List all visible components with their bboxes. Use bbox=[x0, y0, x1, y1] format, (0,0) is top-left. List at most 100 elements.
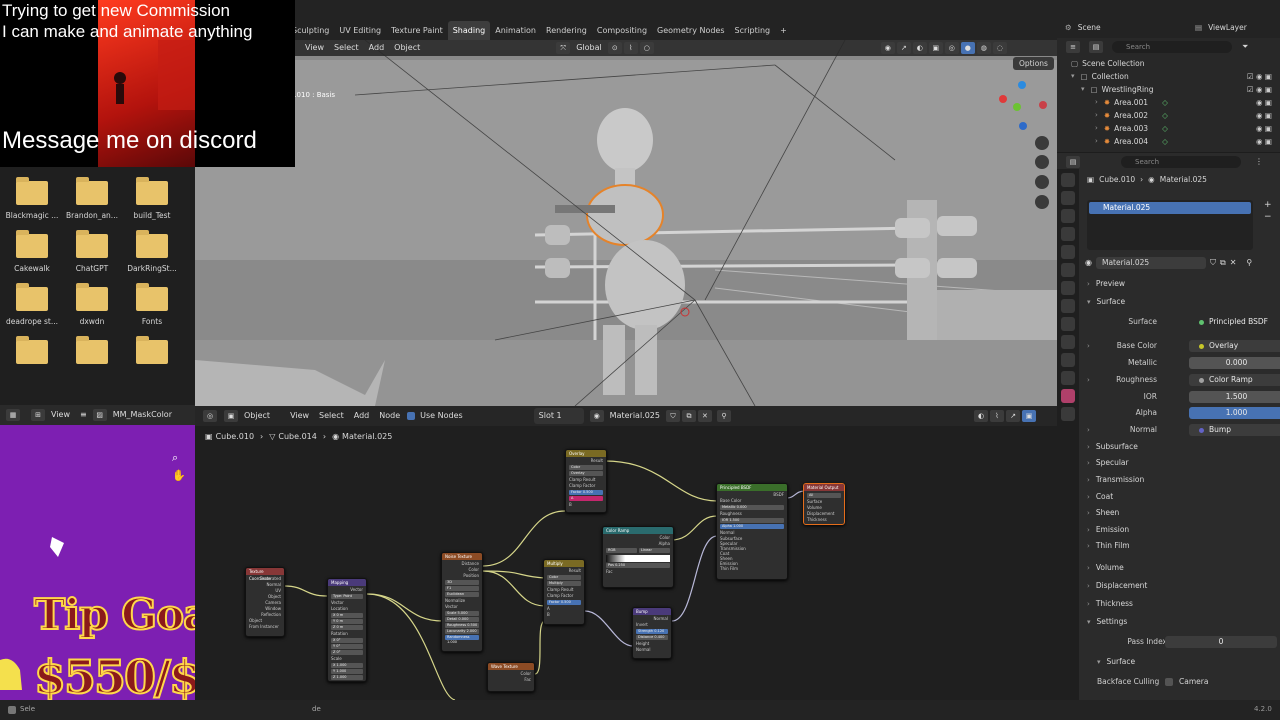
visibility-icons[interactable]: ◉ ▣ bbox=[1256, 122, 1272, 135]
add-slot-icon[interactable]: + bbox=[1264, 200, 1272, 210]
panel-coat[interactable]: › Coat bbox=[1087, 490, 1277, 504]
roughness-value[interactable]: Color Ramp bbox=[1189, 374, 1280, 386]
node-field[interactable]: X 1.000 bbox=[331, 663, 363, 668]
node-field[interactable]: Euclidean bbox=[445, 592, 479, 597]
node-field[interactable]: RGB bbox=[606, 548, 637, 553]
scene-selector[interactable]: ⚙ Scene bbox=[1065, 23, 1101, 32]
node-bump[interactable]: Bump Normal Invert Strength 0.120 Distan… bbox=[632, 607, 672, 659]
panel-preview[interactable]: › Preview bbox=[1087, 277, 1277, 291]
view-mode-icon[interactable]: ⊞ bbox=[31, 409, 45, 421]
node-noise-texture[interactable]: Noise Texture Distance Color Position 3D… bbox=[441, 552, 483, 652]
node-field[interactable]: Overlay bbox=[569, 471, 603, 476]
visibility-icons[interactable]: ◉ ▣ bbox=[1256, 109, 1272, 122]
node-field[interactable]: Linear bbox=[639, 548, 670, 553]
hand-icon[interactable]: ✋ bbox=[172, 469, 186, 482]
node-mapping[interactable]: Mapping Vector Type: Point Vector Locati… bbox=[327, 578, 367, 682]
node-multiply-mix[interactable]: Multiply Result Color Multiply Clamp Res… bbox=[543, 559, 585, 625]
editor-type-icon[interactable]: ▦ bbox=[6, 409, 20, 421]
node-field[interactable]: Type: Point bbox=[331, 594, 363, 599]
unlink-icon[interactable]: ✕ bbox=[1230, 258, 1237, 267]
node-field[interactable]: Lacunarity 2.000 bbox=[445, 629, 479, 634]
node-material-output[interactable]: Material Output All Surface Volume Displ… bbox=[803, 483, 845, 525]
chevron-down-icon[interactable]: ▾ bbox=[1081, 83, 1085, 96]
editor-type-icon[interactable]: ▤ bbox=[1066, 155, 1080, 168]
folder-item[interactable]: Fonts bbox=[122, 273, 182, 326]
visibility-icons[interactable]: ◉ ▣ bbox=[1256, 96, 1272, 109]
node-field[interactable]: X 0 m bbox=[331, 613, 363, 618]
hamburger-icon[interactable]: ≡ bbox=[75, 407, 92, 423]
material-tab-icon[interactable] bbox=[1061, 389, 1075, 403]
object-tab-icon[interactable] bbox=[1061, 281, 1075, 295]
tool-tab-icon[interactable] bbox=[1061, 173, 1075, 187]
particles-tab-icon[interactable] bbox=[1061, 317, 1075, 331]
visibility-icons[interactable]: ◉ ▣ bbox=[1256, 135, 1272, 148]
base-color-value[interactable]: Overlay bbox=[1189, 340, 1280, 352]
node-field[interactable]: Roughness 0.500 bbox=[445, 623, 479, 628]
node-field[interactable]: F1 bbox=[445, 586, 479, 591]
node-field[interactable]: Y 0° bbox=[331, 644, 363, 649]
node-field[interactable]: Factor 0.500 bbox=[569, 490, 603, 495]
overlay-icon[interactable]: ◐ bbox=[912, 42, 927, 54]
folder-item[interactable] bbox=[122, 326, 182, 370]
node-field[interactable]: Randomness 1.000 bbox=[445, 635, 479, 644]
material-name-field[interactable]: Material.025 bbox=[1095, 256, 1206, 269]
node-field[interactable]: Y 0 m bbox=[331, 619, 363, 624]
subpanel-surface[interactable]: ▾ Surface bbox=[1097, 655, 1280, 669]
folder-item[interactable]: Cakewalk bbox=[2, 220, 62, 273]
color-ramp-gradient[interactable] bbox=[606, 555, 670, 562]
tab-rendering[interactable]: Rendering bbox=[541, 21, 592, 41]
node-field[interactable]: Factor 0.500 bbox=[547, 600, 581, 605]
tab-uv-editing[interactable]: UV Editing bbox=[334, 21, 386, 41]
panel-sheen[interactable]: › Sheen bbox=[1087, 506, 1277, 520]
properties-search-input[interactable]: Search bbox=[1121, 155, 1241, 168]
node-texture-coordinate[interactable]: Texture Coordinate Generated Normal UV O… bbox=[245, 567, 285, 637]
snap-icon[interactable]: ⌇ bbox=[623, 42, 638, 54]
xray-icon[interactable]: ▣ bbox=[928, 42, 943, 54]
node-field[interactable]: Metallic 0.000 bbox=[720, 505, 784, 510]
chevron-right-icon[interactable]: › bbox=[1095, 96, 1098, 109]
tab-texture-paint[interactable]: Texture Paint bbox=[386, 21, 448, 41]
node-tree-icon[interactable]: ⚲ bbox=[1246, 258, 1252, 267]
chevron-right-icon[interactable]: › bbox=[1095, 122, 1098, 135]
image-menu-view[interactable]: View bbox=[46, 407, 75, 423]
panel-volume[interactable]: › Volume bbox=[1087, 561, 1277, 575]
material-slot-list[interactable]: Material.025 bbox=[1087, 200, 1253, 250]
fake-user-icon[interactable]: ⛉ bbox=[1210, 258, 1216, 268]
gizmo-icon[interactable]: ↗ bbox=[896, 42, 911, 54]
view-layer-tab-icon[interactable] bbox=[1061, 227, 1075, 241]
alpha-value[interactable]: 1.000 bbox=[1189, 407, 1280, 419]
display-mode-icon[interactable]: ▤ bbox=[1089, 41, 1103, 53]
physics-tab-icon[interactable] bbox=[1061, 335, 1075, 349]
node-field[interactable]: Multiply bbox=[547, 581, 581, 586]
node-field[interactable]: Scale 5.000 bbox=[445, 611, 479, 616]
wireframe-shading-icon[interactable]: ◎ bbox=[944, 42, 959, 54]
visibility-icon[interactable]: ◉ bbox=[880, 42, 895, 54]
viewlayer-selector[interactable]: ▤ ViewLayer bbox=[1195, 23, 1247, 32]
node-principled-bsdf[interactable]: Principled BSDF BSDF Base Color Metallic… bbox=[716, 483, 788, 580]
chevron-right-icon[interactable]: › bbox=[1095, 135, 1098, 148]
chevron-right-icon[interactable]: › bbox=[1087, 376, 1090, 384]
chevron-right-icon[interactable]: › bbox=[1087, 426, 1090, 434]
node-field[interactable]: IOR 1.500 bbox=[720, 518, 784, 523]
data-tab-icon[interactable] bbox=[1061, 371, 1075, 385]
tab-shading[interactable]: Shading bbox=[447, 21, 491, 41]
folder-item[interactable]: DarkRingSt... bbox=[122, 220, 182, 273]
modifier-tab-icon[interactable] bbox=[1061, 299, 1075, 313]
folder-item[interactable]: Brandon_an... bbox=[62, 167, 122, 220]
node-field[interactable]: Distance 0.400 bbox=[636, 635, 668, 640]
normal-value[interactable]: Bump bbox=[1189, 424, 1280, 436]
snap-icon[interactable]: ⌇ bbox=[990, 410, 1004, 422]
options-icon[interactable]: ⋮ bbox=[1255, 157, 1263, 166]
camera-checkbox[interactable] bbox=[1165, 678, 1173, 686]
node-wave-texture[interactable]: Wave Texture Color Fac bbox=[487, 662, 535, 692]
viewport-menu-add[interactable]: Add bbox=[364, 40, 390, 56]
panel-thin-film[interactable]: › Thin Film bbox=[1087, 539, 1277, 553]
texture-tab-icon[interactable] bbox=[1061, 407, 1075, 421]
material-shading-icon[interactable]: ◍ bbox=[976, 42, 991, 54]
tree-item[interactable]: ▾ ▢ Collection ☑ ◉ ▣ bbox=[1057, 70, 1280, 83]
node-field[interactable]: All bbox=[807, 493, 841, 498]
node-color-ramp[interactable]: Color Ramp Color Alpha RGB Linear Pos 0.… bbox=[602, 526, 674, 588]
metallic-value[interactable]: 0.000 bbox=[1189, 357, 1280, 369]
material-browse-icon[interactable]: ◉ bbox=[1085, 258, 1092, 267]
options-button[interactable]: Options bbox=[1013, 57, 1054, 70]
